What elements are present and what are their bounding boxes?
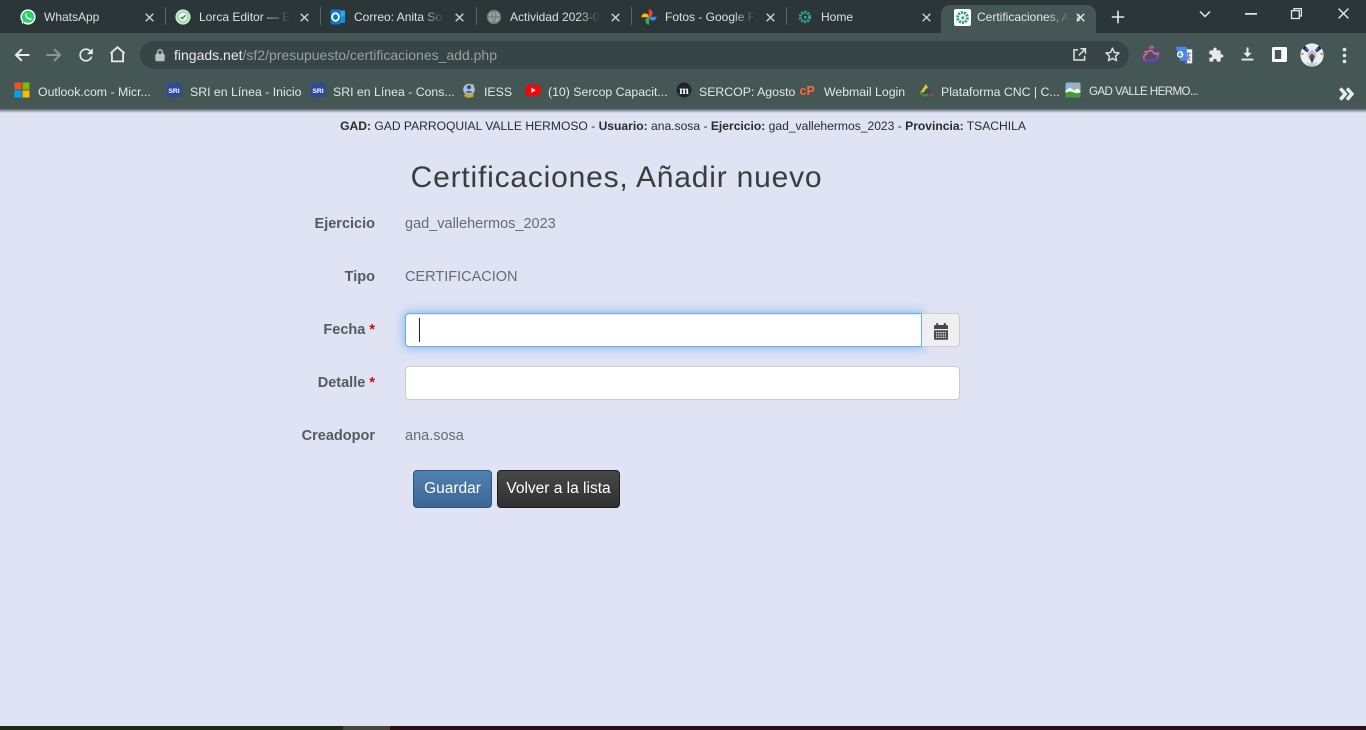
svg-text:SRI: SRI <box>312 88 323 95</box>
svg-text:SRI: SRI <box>168 88 179 95</box>
svg-text:m: m <box>679 85 689 97</box>
svg-text:cP: cP <box>800 84 815 98</box>
